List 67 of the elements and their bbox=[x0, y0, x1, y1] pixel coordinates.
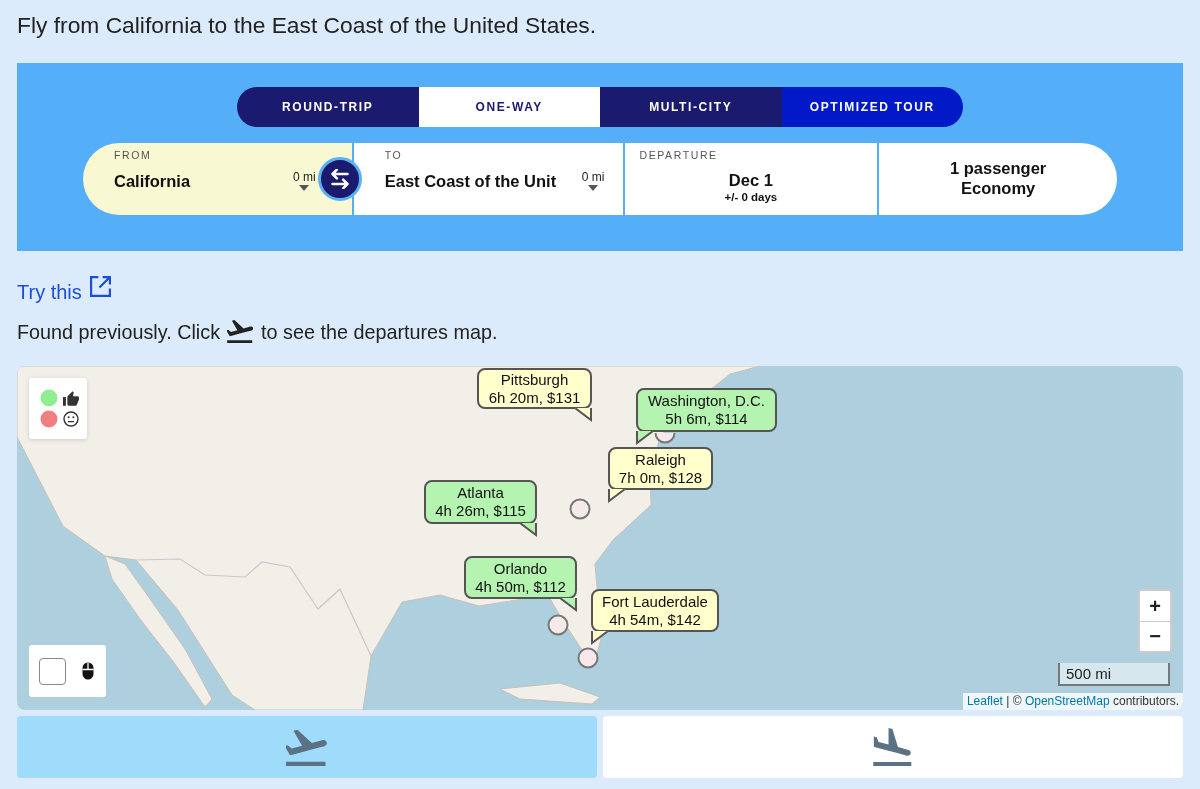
page-heading: Fly from California to the East Coast of the United States. bbox=[17, 11, 598, 40]
scale-bar: 500 mi bbox=[1058, 663, 1170, 686]
location-marker-icon[interactable] bbox=[547, 614, 569, 636]
callout-tail-icon bbox=[575, 408, 592, 422]
radius-select[interactable]: 0 mi bbox=[581, 170, 605, 191]
destination-callout[interactable]: Atlanta 4h 26m, $115 bbox=[424, 480, 537, 524]
location-marker-icon[interactable] bbox=[577, 647, 599, 669]
external-link-icon bbox=[89, 276, 111, 297]
city-label: Pittsburgh bbox=[500, 370, 569, 389]
trip-summary: 4h 26m, $115 bbox=[435, 502, 526, 520]
city-label: Washington, D.C. bbox=[648, 392, 765, 410]
caret-icon bbox=[299, 185, 310, 191]
location-marker-icon[interactable] bbox=[654, 433, 676, 444]
checkbox[interactable] bbox=[39, 657, 66, 685]
attribution-link[interactable]: Leaflet bbox=[966, 694, 1003, 708]
destination-callout[interactable]: Washington, D.C. 5h 6m, $114 bbox=[636, 388, 777, 432]
callout-tail-icon bbox=[608, 489, 625, 503]
try-this-link[interactable]: Try this bbox=[17, 280, 111, 304]
plane-takeoff-icon bbox=[227, 318, 255, 343]
field-value: California bbox=[114, 171, 191, 192]
city-label: Atlanta bbox=[457, 484, 504, 502]
cabin-class: Economy bbox=[961, 178, 1036, 198]
trip-summary: 7h 0m, $128 bbox=[618, 468, 703, 487]
destination-callout[interactable]: Fort Lauderdale 4h 54m, $142 bbox=[591, 589, 719, 632]
callout-tail-icon bbox=[520, 523, 537, 537]
location-marker-icon[interactable] bbox=[569, 498, 591, 520]
mouse-icon bbox=[82, 662, 94, 680]
neutral-face-icon bbox=[63, 411, 79, 427]
radius-select[interactable]: 0 mi bbox=[293, 170, 316, 191]
callout-tail-icon bbox=[636, 431, 653, 445]
plane-takeoff-icon bbox=[286, 728, 328, 766]
city-label: Raleigh bbox=[635, 450, 686, 469]
zoom-out-button[interactable]: − bbox=[1140, 621, 1170, 651]
trip-type-tab[interactable]: ROUND-TRIP bbox=[237, 87, 419, 127]
date-field[interactable]: DEPARTURE Dec 1 +/- 0 days bbox=[622, 143, 878, 215]
destination-callout[interactable]: Raleigh 7h 0m, $128 bbox=[608, 447, 713, 490]
location-field[interactable]: FROM California 0 mi bbox=[83, 143, 352, 215]
field-label: TO bbox=[384, 149, 403, 161]
swap-icon bbox=[331, 169, 349, 189]
trip-summary: 5h 6m, $114 bbox=[665, 410, 748, 428]
plane-landing-icon bbox=[873, 728, 913, 766]
thumbs-up-icon bbox=[63, 390, 79, 406]
travelers-field[interactable]: 1 passenger Economy bbox=[877, 143, 1117, 215]
destination-callout[interactable]: Pittsburgh 6h 20m, $131 bbox=[477, 368, 592, 409]
field-value: East Coast of the Unit bbox=[384, 171, 557, 192]
field-label: DEPARTURE bbox=[639, 149, 718, 161]
caret-icon bbox=[588, 185, 599, 191]
attribution-link[interactable]: OpenStreetMap bbox=[1024, 694, 1110, 708]
location-field[interactable]: TO East Coast of the Unit 0 mi bbox=[351, 143, 623, 215]
trip-summary: 4h 50m, $112 bbox=[475, 577, 566, 596]
note-text: Found previously. Click bbox=[17, 320, 221, 344]
note-text: to see the departures map. bbox=[261, 320, 498, 344]
callout-tail-icon bbox=[591, 631, 608, 645]
trip-type-tab[interactable]: MULTI-CITY bbox=[600, 87, 782, 127]
field-label: FROM bbox=[114, 149, 152, 161]
date-flexibility: +/- 0 days bbox=[724, 190, 778, 204]
trip-summary: 4h 54m, $142 bbox=[609, 610, 701, 629]
attribution-text: Leaflet | © OpenStreetMap contributors. bbox=[962, 693, 1183, 710]
callout-tail-icon bbox=[560, 598, 577, 612]
city-label: Orlando bbox=[493, 559, 548, 578]
passenger-count: 1 passenger bbox=[949, 158, 1047, 178]
city-label: Fort Lauderdale bbox=[602, 592, 708, 611]
trip-summary: 6h 20m, $131 bbox=[488, 388, 581, 407]
destination-callout[interactable]: Orlando 4h 50m, $112 bbox=[464, 556, 577, 599]
trip-type-tab[interactable]: OPTIMIZED TOUR bbox=[781, 87, 963, 127]
field-value: Dec 1 bbox=[728, 170, 773, 190]
trip-type-tab[interactable]: ONE-WAY bbox=[418, 87, 600, 127]
